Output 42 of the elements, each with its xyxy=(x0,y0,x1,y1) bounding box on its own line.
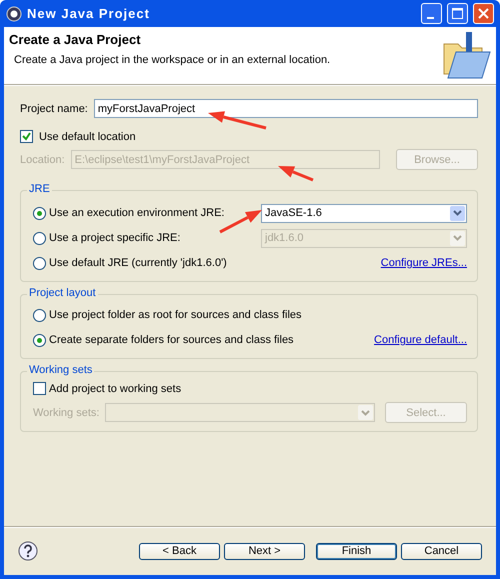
field-label: Working sets: xyxy=(33,406,100,418)
checkbox[interactable] xyxy=(20,130,33,143)
close-button[interactable] xyxy=(473,3,494,24)
radio-button[interactable] xyxy=(33,206,46,220)
radio-button[interactable] xyxy=(33,334,46,346)
caret-icon xyxy=(453,235,462,241)
radio-label: Use a project specific JRE: xyxy=(49,232,180,244)
checkbox-label: Use default location xyxy=(39,130,136,142)
annotation-arrow xyxy=(278,166,314,182)
field-label: Project name: xyxy=(20,102,88,114)
close-icon xyxy=(478,8,489,19)
configure-link[interactable]: Configure default... xyxy=(374,334,467,346)
dialog-button[interactable]: Next > xyxy=(224,542,305,560)
radio-button[interactable] xyxy=(33,308,46,322)
group-title: Project layout xyxy=(27,287,98,299)
radio-label: Use default JRE (currently 'jdk1.6.0') xyxy=(49,257,227,269)
minimize-button[interactable] xyxy=(421,3,442,24)
checkbox-label: Add project to working sets xyxy=(49,382,182,394)
group-title: Working sets xyxy=(27,364,94,376)
group-title: JRE xyxy=(27,183,52,195)
project-name-field[interactable]: myForstJavaProject xyxy=(94,99,478,118)
dialog-button[interactable]: < Back xyxy=(139,542,220,560)
configure-link[interactable]: Configure JREs... xyxy=(380,257,467,269)
help-icon[interactable] xyxy=(18,541,38,561)
maximize-icon xyxy=(452,8,463,19)
annotation-arrow xyxy=(208,111,266,130)
caret-icon xyxy=(361,410,370,416)
radio-label: Use project folder as root for sources and class files xyxy=(49,309,302,321)
page-title: Create a Java Project xyxy=(9,32,142,47)
radio-label: Use an execution environment JRE: xyxy=(49,207,224,219)
jre-dropdown[interactable]: JavaSE-1.6 xyxy=(261,204,467,222)
dialog-button[interactable]: Cancel xyxy=(401,542,482,560)
radio-label: Create separate folders for sources and class files xyxy=(49,334,294,346)
app-icon xyxy=(6,6,22,22)
minimize-icon xyxy=(426,16,434,18)
dialog-button[interactable]: Finish xyxy=(316,542,397,560)
maximize-button[interactable] xyxy=(447,3,468,24)
caret-icon xyxy=(453,210,462,216)
page-description: Create a Java project in the workspace or in an external location. xyxy=(13,54,332,66)
window-title: New Java Project xyxy=(27,6,151,21)
radio-button[interactable] xyxy=(33,256,46,270)
field-label: Location: xyxy=(20,154,65,166)
